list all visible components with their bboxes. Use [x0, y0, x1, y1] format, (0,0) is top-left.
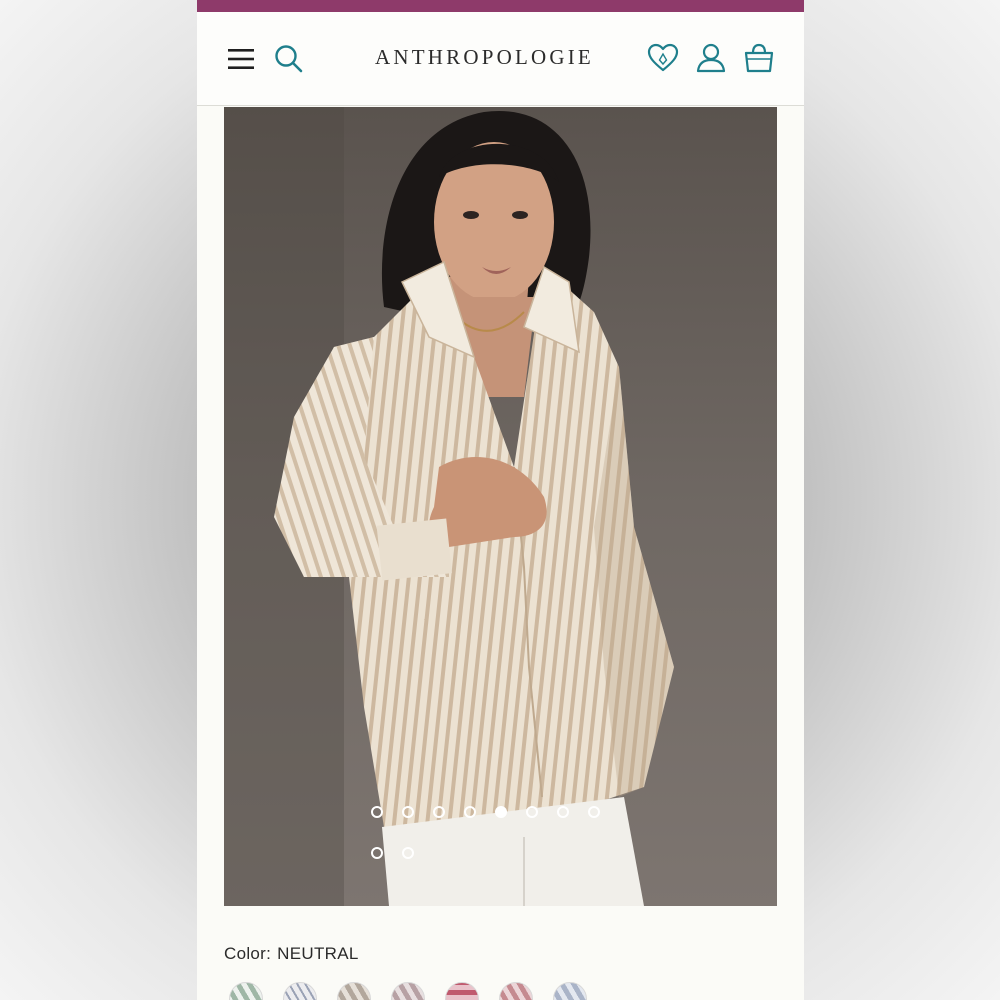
gallery-dot-3[interactable]: [433, 806, 445, 818]
color-swatch[interactable]: [553, 982, 587, 1000]
color-selector-label: Color: NEUTRAL: [224, 944, 365, 964]
heart-icon[interactable]: [647, 43, 679, 73]
gallery-dot-5-active[interactable]: [495, 806, 507, 818]
product-image-gallery[interactable]: [224, 107, 777, 906]
search-icon[interactable]: [274, 44, 304, 74]
color-swatches: [229, 982, 789, 1000]
shopping-bag-icon[interactable]: [743, 43, 775, 73]
color-swatch[interactable]: [499, 982, 533, 1000]
gallery-dot-7[interactable]: [557, 806, 569, 818]
brand-logo[interactable]: ANTHROPOLOGIE: [342, 45, 627, 70]
gallery-dot-1[interactable]: [371, 806, 383, 818]
mobile-screen: ANTHROPOLOGIE Color: NEUTRAL: [197, 0, 804, 1000]
color-swatch[interactable]: [337, 982, 371, 1000]
color-value: NEUTRAL: [277, 944, 359, 963]
hamburger-menu-icon[interactable]: [227, 47, 255, 71]
gallery-dot-9[interactable]: [371, 847, 383, 859]
gallery-dot-4[interactable]: [464, 806, 476, 818]
gallery-dot-10[interactable]: [402, 847, 414, 859]
site-header: ANTHROPOLOGIE: [197, 12, 804, 106]
color-swatch[interactable]: [229, 982, 263, 1000]
color-swatch[interactable]: [283, 982, 317, 1000]
promo-bar: [197, 0, 804, 12]
gallery-dot-2[interactable]: [402, 806, 414, 818]
user-icon[interactable]: [696, 43, 726, 73]
color-swatch[interactable]: [445, 982, 479, 1000]
color-swatch[interactable]: [391, 982, 425, 1000]
product-photo: [224, 107, 777, 906]
color-label: Color:: [224, 944, 272, 963]
gallery-dot-6[interactable]: [526, 806, 538, 818]
gallery-dot-8[interactable]: [588, 806, 600, 818]
